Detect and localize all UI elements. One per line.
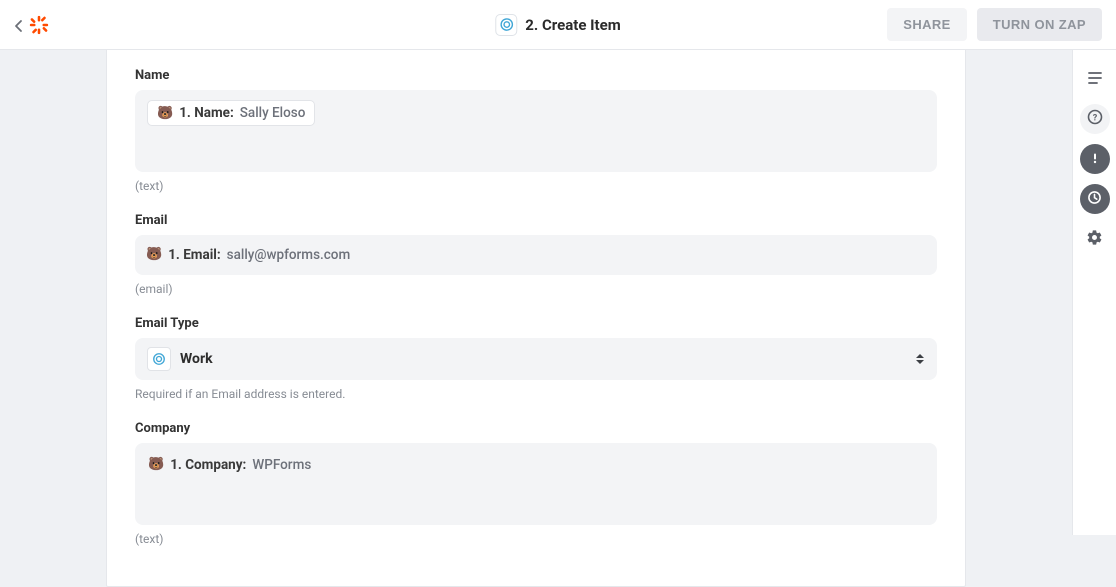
field-email: Email 🐻 1. Email: sally@wpforms.com (ema… xyxy=(135,213,937,296)
content-area: Name 🐻 1. Name: Sally Eloso (text) Email… xyxy=(0,50,1072,535)
sort-arrows-icon xyxy=(915,353,925,365)
pill-source-value: Sally Eloso xyxy=(240,105,306,121)
mapped-field-pill[interactable]: 🐻 1. Email: sally@wpforms.com xyxy=(145,245,351,265)
top-bar: 2. Create Item SHARE TURN ON ZAP xyxy=(0,0,1116,50)
help-icon: ? xyxy=(1087,109,1103,129)
bear-icon: 🐻 xyxy=(148,457,164,472)
list-icon xyxy=(1087,70,1103,89)
rail-help-button[interactable]: ? xyxy=(1080,104,1110,134)
field-label: Email xyxy=(135,213,937,228)
field-label: Name xyxy=(135,68,937,83)
zapier-logo-icon xyxy=(28,14,50,36)
email-input[interactable]: 🐻 1. Email: sally@wpforms.com xyxy=(135,235,937,275)
field-company: Company 🐻 1. Company: WPForms (text) xyxy=(135,421,937,546)
rail-settings-button[interactable] xyxy=(1080,224,1110,254)
bear-icon: 🐻 xyxy=(157,106,173,121)
back-button[interactable] xyxy=(14,14,50,36)
field-label: Email Type xyxy=(135,316,937,331)
pill-source-value: WPForms xyxy=(252,457,311,473)
podio-icon xyxy=(495,14,517,36)
field-email-type: Email Type Work xyxy=(135,316,937,401)
field-hint: (text) xyxy=(135,179,937,193)
right-rail: ? xyxy=(1072,50,1116,535)
pill-source-label: 1. Company: xyxy=(170,457,246,473)
field-name: Name 🐻 1. Name: Sally Eloso (text) xyxy=(135,68,937,193)
field-label: Company xyxy=(135,421,937,436)
name-input[interactable]: 🐻 1. Name: Sally Eloso xyxy=(135,90,937,172)
turn-on-zap-button[interactable]: TURN ON ZAP xyxy=(977,8,1102,41)
company-input[interactable]: 🐻 1. Company: WPForms xyxy=(135,443,937,525)
svg-text:?: ? xyxy=(1092,114,1097,124)
mapped-field-pill[interactable]: 🐻 1. Name: Sally Eloso xyxy=(147,100,315,126)
mapped-field-pill[interactable]: 🐻 1. Company: WPForms xyxy=(147,455,312,475)
podio-icon xyxy=(147,347,171,371)
gear-icon xyxy=(1086,229,1103,250)
field-hint: (text) xyxy=(135,532,937,546)
pill-source-label: 1. Name: xyxy=(179,105,234,121)
share-button[interactable]: SHARE xyxy=(887,8,967,41)
chevron-left-icon xyxy=(14,18,24,32)
pill-source-value: sally@wpforms.com xyxy=(227,247,351,263)
alert-icon xyxy=(1088,150,1102,169)
pill-source-label: 1. Email: xyxy=(168,247,220,263)
step-title-text: 2. Create Item xyxy=(525,16,620,34)
bear-icon: 🐻 xyxy=(146,247,162,262)
select-value: Work xyxy=(180,351,213,367)
rail-outline-button[interactable] xyxy=(1080,64,1110,94)
field-hint: Required if an Email address is entered. xyxy=(135,387,937,401)
step-title: 2. Create Item xyxy=(495,14,620,36)
rail-alert-button[interactable] xyxy=(1080,144,1110,174)
field-hint: (email) xyxy=(135,282,937,296)
rail-history-button[interactable] xyxy=(1080,184,1110,214)
setup-panel: Name 🐻 1. Name: Sally Eloso (text) Email… xyxy=(106,50,966,587)
email-type-select[interactable]: Work xyxy=(135,338,937,380)
top-actions: SHARE TURN ON ZAP xyxy=(887,8,1102,41)
clock-icon xyxy=(1087,190,1102,209)
